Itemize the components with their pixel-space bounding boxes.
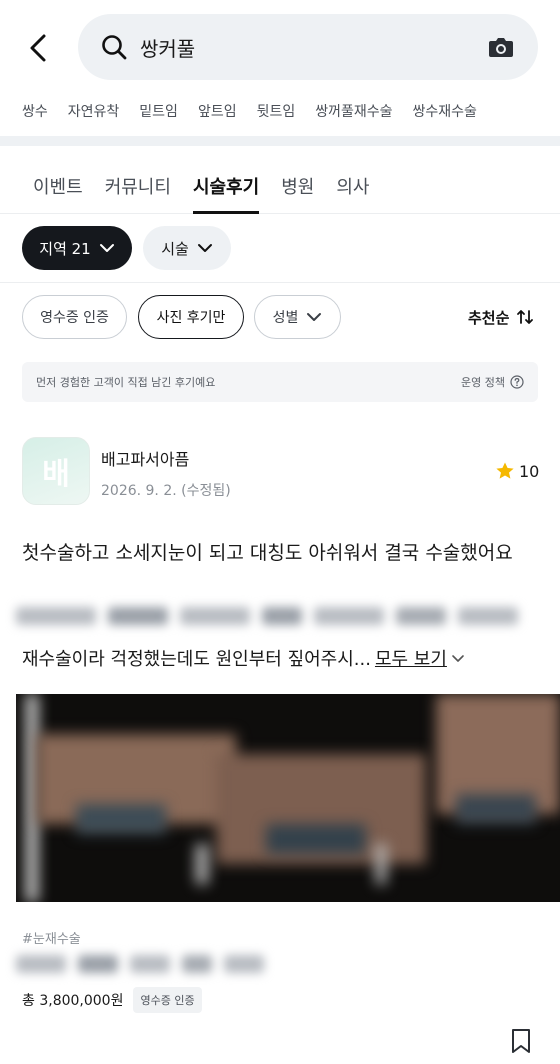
- keyword-chip[interactable]: 쌍수재수술: [413, 101, 477, 121]
- see-all-link[interactable]: 모두 보기: [375, 645, 465, 671]
- chevron-left-icon: [30, 34, 46, 62]
- camera-icon: [489, 38, 513, 57]
- bookmark-button[interactable]: [510, 1028, 532, 1054]
- review-title[interactable]: 첫수술하고 소세지눈이 되고 대칭도 아쉬워서 결국 수술했어요: [22, 537, 542, 569]
- keyword-chip[interactable]: 앞트임: [198, 101, 237, 121]
- sort-button[interactable]: 추천순: [468, 303, 534, 331]
- bookmark-icon: [512, 1029, 530, 1053]
- review-snippet: 재수술이라 걱정했는데도 원인부터 짚어주시... 모두 보기: [22, 645, 465, 671]
- receipt-verified-badge: 영수증 인증: [133, 987, 202, 1013]
- back-button[interactable]: [20, 28, 56, 68]
- chevron-down-icon: [197, 244, 212, 252]
- rating-value: 10: [519, 461, 540, 481]
- keyword-chip[interactable]: 쌍꺼풀재수술: [315, 101, 392, 121]
- tab-bar: 이벤트 커뮤니티 시술후기 병원 의사: [0, 158, 560, 214]
- help-circle-icon: [510, 375, 524, 389]
- review-photo[interactable]: [16, 694, 560, 902]
- region-filter[interactable]: 지역 21: [22, 226, 132, 270]
- tab-hospitals[interactable]: 병원: [281, 158, 314, 213]
- treatment-filter-label: 시술: [161, 239, 189, 258]
- receipt-filter-label: 영수증 인증: [40, 310, 109, 326]
- search-icon: [102, 35, 127, 60]
- hospital-logo-char: 배: [42, 457, 70, 492]
- keyword-chip[interactable]: 뒷트임: [257, 101, 296, 121]
- camera-button[interactable]: [486, 32, 516, 62]
- search-bar[interactable]: [78, 14, 538, 80]
- tab-events[interactable]: 이벤트: [33, 158, 83, 213]
- hashtag[interactable]: #눈재수술: [22, 928, 81, 947]
- hospital-name[interactable]: 배고파서아픔: [101, 446, 189, 470]
- keyword-chip[interactable]: 밑트임: [139, 101, 178, 121]
- notice-banner: 먼저 경험한 고객이 직접 남긴 후기예요 운영 정책: [22, 362, 538, 402]
- redacted-text: [16, 955, 264, 973]
- related-keywords: 쌍수 자연유착 밑트임 앞트임 뒷트임 쌍꺼풀재수술 쌍수재수술: [0, 96, 560, 126]
- sort-label: 추천순: [468, 308, 510, 327]
- chevron-down-icon: [99, 244, 114, 252]
- chevron-down-icon: [307, 313, 322, 321]
- price: 총 3,800,000원: [22, 993, 124, 1009]
- notice-text: 먼저 경험한 고객이 직접 남긴 후기예요: [36, 376, 216, 389]
- keyword-chip[interactable]: 쌍수: [22, 101, 48, 121]
- tab-doctors[interactable]: 의사: [336, 158, 369, 213]
- price-row: 총 3,800,000원 영수증 인증: [22, 987, 202, 1013]
- keyword-chip[interactable]: 자연유착: [68, 101, 120, 121]
- tab-reviews[interactable]: 시술후기: [192, 158, 260, 214]
- photo-only-filter[interactable]: 사진 후기만: [138, 295, 244, 339]
- policy-link[interactable]: 운영 정책: [461, 374, 524, 390]
- gender-filter[interactable]: 성별: [254, 295, 341, 339]
- rating: 10: [495, 461, 539, 481]
- divider: [0, 282, 560, 283]
- photo-filter-label: 사진 후기만: [156, 310, 226, 326]
- hospital-logo[interactable]: 배: [22, 437, 90, 505]
- treatment-filter[interactable]: 시술: [143, 226, 231, 270]
- receipt-verified-filter[interactable]: 영수증 인증: [22, 295, 127, 339]
- redacted-text: [16, 607, 518, 625]
- region-filter-label: 지역 21: [39, 239, 91, 258]
- policy-label: 운영 정책: [461, 376, 505, 389]
- tab-community[interactable]: 커뮤니티: [105, 158, 171, 213]
- section-divider: [0, 136, 560, 146]
- sort-arrows-icon: [517, 310, 534, 324]
- star-icon: [496, 462, 514, 479]
- gender-filter-label: 성별: [272, 310, 299, 326]
- chevron-down-icon: [452, 654, 464, 662]
- see-all-label: 모두 보기: [374, 649, 447, 670]
- review-snippet-text: 재수술이라 걱정했는데도 원인부터 짚어주시...: [22, 649, 371, 670]
- review-date: 2026. 9. 2. (수정됨): [101, 483, 231, 499]
- search-input[interactable]: [140, 35, 486, 59]
